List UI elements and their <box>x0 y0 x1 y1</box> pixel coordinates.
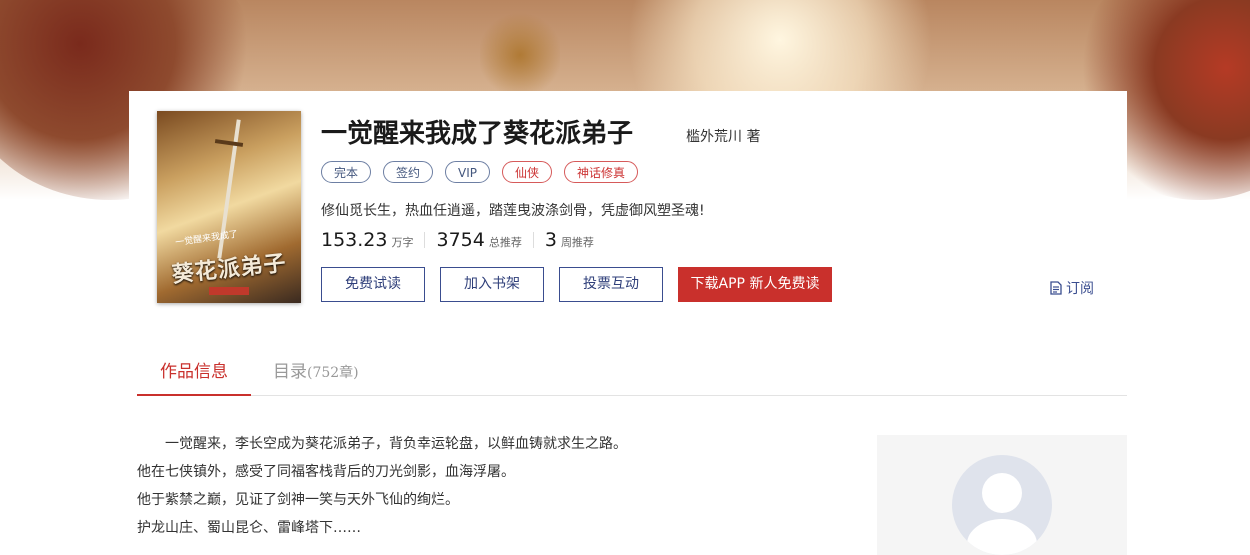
stat-value: 3 <box>544 229 557 251</box>
description-line: 他在七侠镇外，感受了同福客栈背后的刀光剑影，血海浮屠。 <box>137 464 515 480</box>
author-avatar[interactable] <box>952 455 1052 555</box>
stat-unit: 总推荐 <box>488 236 522 249</box>
book-author[interactable]: 槛外荒川 著 <box>686 126 760 146</box>
tag-status: 完本 <box>321 161 372 183</box>
tab-book-info[interactable]: 作品信息 <box>137 352 251 396</box>
subscribe-link[interactable]: 订阅 <box>1050 278 1094 298</box>
stat-unit: 万字 <box>391 236 414 249</box>
divider <box>532 232 534 248</box>
description-line: 他于紫禁之巅，见证了剑神一笑与天外飞仙的绚烂。 <box>137 492 459 508</box>
divider <box>424 232 426 248</box>
publisher-logo <box>209 287 249 295</box>
stat-unit: 周推荐 <box>560 236 594 249</box>
description-line: 护龙山庄、蜀山昆仑、雷峰塔下…… <box>137 520 361 536</box>
author-panel <box>877 435 1127 555</box>
description-line: 一觉醒来，李长空成为葵花派弟子，背负幸运轮盘，以鲜血铸就求生之路。 <box>137 436 627 452</box>
stat-week-recommend: 3 周推荐 <box>545 229 594 251</box>
cover-subtitle: 一觉醒来我成了 <box>174 229 239 249</box>
tag-list: 完本 签约 VIP 仙侠 神话修真 <box>321 161 639 183</box>
stat-value: 3754 <box>436 229 485 251</box>
tab-catalog-label: 目录 <box>273 362 307 382</box>
download-app-button[interactable]: 下载APP 新人免费读 <box>678 267 832 302</box>
document-icon <box>1050 281 1062 295</box>
book-stats: 153.23 万字 3754 总推荐 3 周推荐 <box>321 229 594 251</box>
vote-button[interactable]: 投票互动 <box>559 267 663 302</box>
tag-category[interactable]: 仙侠 <box>502 161 553 183</box>
stat-word-count: 153.23 万字 <box>321 229 413 251</box>
book-description: 一觉醒来，李长空成为葵花派弟子，背负幸运轮盘，以鲜血铸就求生之路。 他在七侠镇外… <box>137 430 627 542</box>
free-read-button[interactable]: 免费试读 <box>321 267 425 302</box>
tag-subcategory[interactable]: 神话修真 <box>564 161 639 183</box>
book-title: 一觉醒来我成了葵花派弟子 <box>321 119 634 149</box>
add-shelf-button[interactable]: 加入书架 <box>440 267 544 302</box>
subscribe-label: 订阅 <box>1066 281 1094 297</box>
tab-catalog[interactable]: 目录(752章) <box>273 352 359 394</box>
stat-value: 153.23 <box>321 229 388 251</box>
tab-bar: 作品信息 目录(752章) <box>137 352 1127 396</box>
cover-title: 葵花派弟子 <box>170 250 288 288</box>
tab-catalog-count: (752章) <box>307 365 359 381</box>
stat-total-recommend: 3754 总推荐 <box>436 229 521 251</box>
tag-vip: VIP <box>445 161 491 183</box>
book-cover[interactable]: 一觉醒来我成了 葵花派弟子 <box>157 111 301 303</box>
tag-signed: 签约 <box>383 161 434 183</box>
book-intro: 修仙觅长生，热血任逍遥，踏莲曳波涤剑骨，凭虚御风塑圣魂! <box>321 203 705 219</box>
